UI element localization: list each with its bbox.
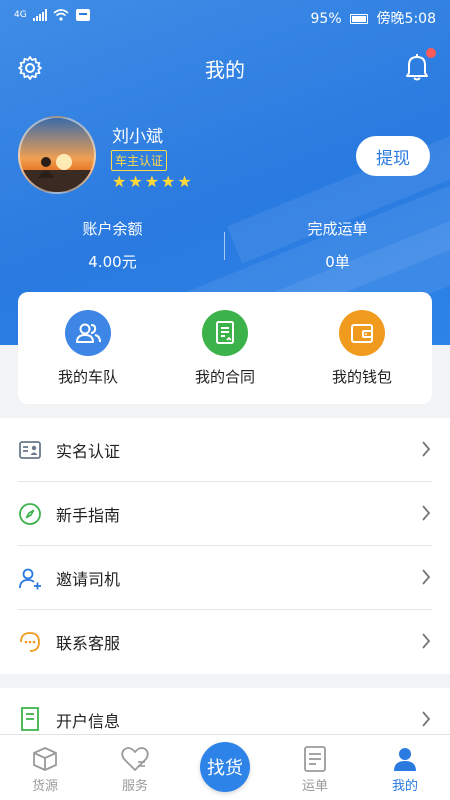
orders-value: 0单: [325, 253, 350, 271]
find-goods-button[interactable]: 找货: [200, 742, 250, 792]
star-icon: ★: [128, 172, 143, 191]
menu-item-invite-driver[interactable]: 邀请司机: [18, 546, 432, 610]
notification-bell-icon[interactable]: [404, 52, 430, 82]
team-icon: [65, 310, 111, 356]
tab-waybill[interactable]: 运单: [270, 743, 360, 794]
tab-label: 运单: [301, 779, 328, 794]
id-card-icon: [19, 441, 41, 459]
menu-item-real-name-verification[interactable]: 实名认证: [18, 418, 432, 482]
top-bar: 我的: [0, 48, 450, 86]
settings-menu: 实名认证 新手指南 邀请司机 联系客服: [0, 418, 450, 674]
customer-service-icon: [20, 632, 40, 652]
page-title: 我的: [205, 58, 245, 82]
invite-user-icon: [19, 568, 41, 590]
menu-item-beginner-guide[interactable]: 新手指南: [18, 482, 432, 546]
tab-label: 我的: [391, 779, 418, 794]
chevron-right-icon: [422, 569, 431, 585]
menu-item-label: 联系客服: [56, 634, 121, 653]
avatar-photo: [20, 154, 94, 192]
heart-icon: [121, 747, 149, 771]
rating-stars: ★ ★ ★ ★ ★: [112, 174, 192, 190]
tab-mine[interactable]: 我的: [360, 743, 450, 794]
chevron-right-icon: [422, 441, 431, 457]
wifi-icon: [53, 9, 69, 21]
menu-item-contact-support[interactable]: 联系客服: [18, 610, 432, 674]
balance-value: 4.00元: [88, 253, 137, 271]
orders-label: 完成运单: [307, 220, 368, 238]
menu-item-account-info[interactable]: 开户信息: [18, 688, 432, 734]
quick-action-label: 我的车队: [57, 368, 118, 386]
account-info-icon: [21, 707, 39, 731]
quick-action-contract[interactable]: 我的合同: [156, 310, 294, 387]
menu-item-label: 新手指南: [56, 506, 121, 525]
clock: 傍晚5:08: [376, 11, 436, 27]
notification-dot: [426, 48, 436, 58]
app-notification-icon: [75, 9, 90, 21]
status-bar: 4G 95% 傍晚5:08: [0, 0, 450, 34]
battery-icon: [350, 14, 369, 24]
tab-goods-source[interactable]: 货源: [0, 743, 90, 794]
tab-label: 货源: [31, 779, 58, 794]
quick-actions-card: 我的车队 我的合同 我的钱包: [18, 292, 432, 404]
contract-icon: [202, 310, 248, 356]
waybill-icon: [304, 746, 326, 772]
user-icon: [394, 748, 416, 771]
star-icon: ★: [144, 172, 160, 191]
star-icon: ★: [112, 172, 127, 191]
chevron-right-icon: [422, 505, 431, 521]
quick-action-team[interactable]: 我的车队: [19, 310, 157, 387]
star-icon: ★: [161, 172, 176, 191]
menu-item-label: 开户信息: [56, 712, 121, 731]
star-icon: ★: [177, 172, 192, 191]
box-icon: [33, 747, 57, 771]
withdraw-button[interactable]: 提现: [356, 136, 430, 176]
battery-level: 95%: [310, 11, 342, 27]
chevron-right-icon: [422, 711, 431, 727]
chevron-right-icon: [422, 633, 431, 649]
quick-action-label: 我的合同: [194, 368, 255, 386]
signal-icon: [32, 9, 47, 21]
compass-icon: [19, 503, 41, 525]
wallet-icon: [339, 310, 385, 356]
tab-service[interactable]: 服务: [90, 743, 180, 794]
orders-stat[interactable]: 完成运单 0单: [225, 218, 450, 272]
verified-owner-badge: 车主认证: [111, 150, 168, 171]
settings-menu-secondary: 开户信息: [0, 688, 450, 734]
menu-item-label: 实名认证: [56, 442, 121, 461]
avatar[interactable]: [18, 116, 96, 194]
network-type: 4G: [14, 10, 27, 20]
balance-label: 账户余额: [82, 220, 143, 238]
menu-item-label: 邀请司机: [56, 570, 121, 589]
tab-label: 服务: [121, 779, 148, 794]
quick-action-label: 我的钱包: [331, 368, 392, 386]
balance-stat[interactable]: 账户余额 4.00元: [0, 218, 225, 272]
user-name: 刘小斌: [112, 127, 163, 147]
quick-action-wallet[interactable]: 我的钱包: [293, 310, 431, 387]
